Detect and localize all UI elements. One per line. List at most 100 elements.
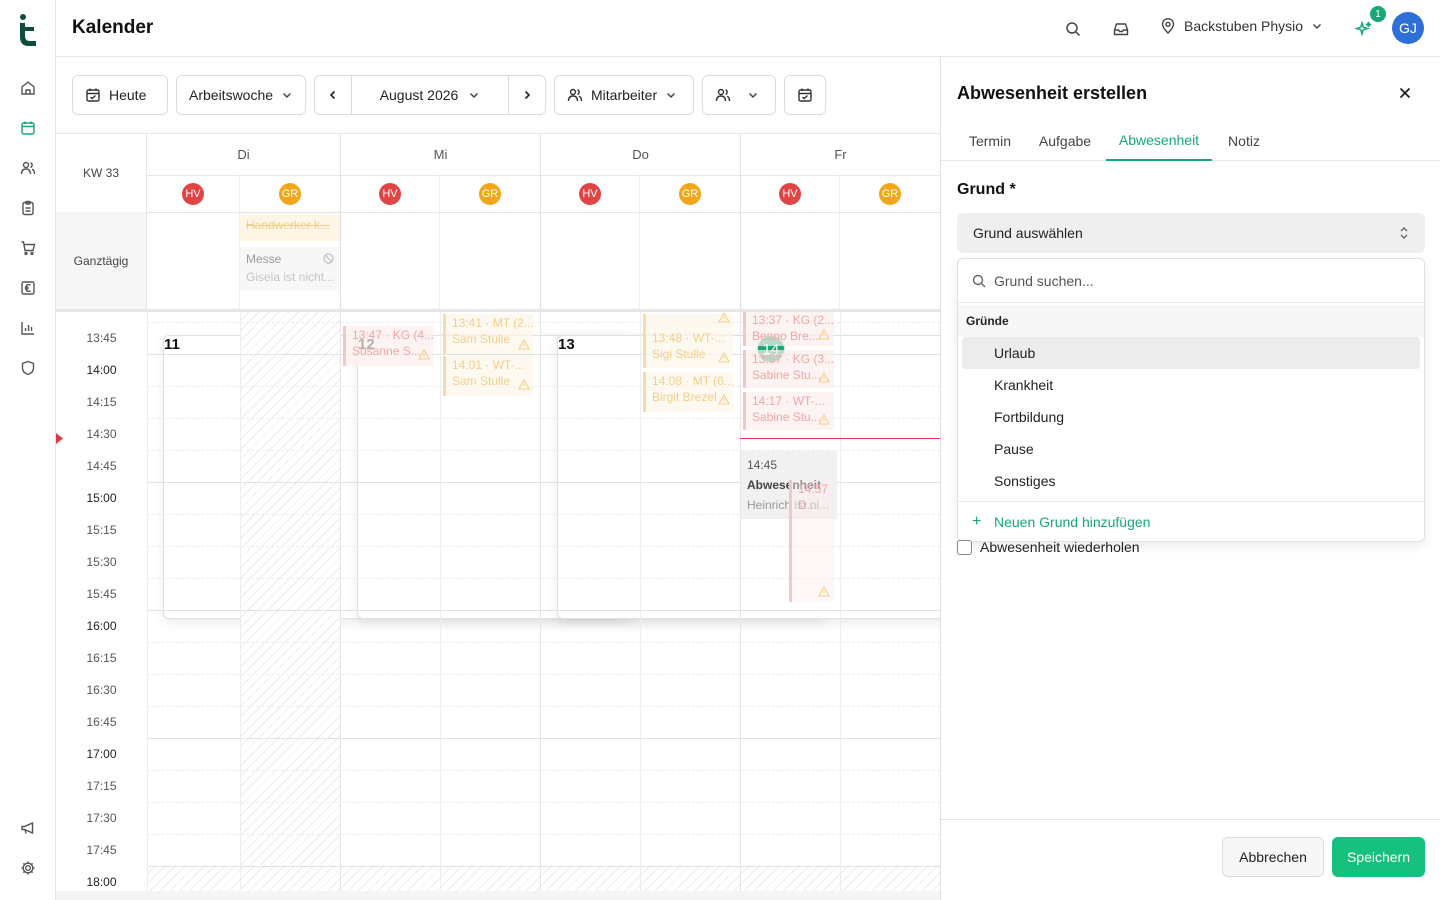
time-label: 15:30 <box>56 546 147 578</box>
staff-chip[interactable]: HV <box>379 183 401 205</box>
reason-option[interactable]: Fortbildung <box>962 401 1420 433</box>
staff-column-header: GR <box>640 175 741 212</box>
time-label: 14:00 <box>56 354 147 386</box>
tab-aufgabe[interactable]: Aufgabe <box>1031 121 1099 161</box>
warning-icon <box>718 312 730 323</box>
allday-event[interactable]: Messe Gisela ist nicht... <box>240 247 340 291</box>
date-picker-button[interactable] <box>784 75 826 115</box>
tab-notiz[interactable]: Notiz <box>1219 121 1269 161</box>
location-selector[interactable]: Backstuben Physio <box>1160 18 1323 34</box>
period-navigator: August 2026 <box>314 75 546 115</box>
euro-icon[interactable] <box>17 277 39 299</box>
staff-chip[interactable]: GR <box>479 183 501 205</box>
appointment[interactable]: 14:08 · MT (6... Birgit Brezel <box>643 372 733 412</box>
allday-cell[interactable] <box>541 212 640 309</box>
current-time-line <box>740 438 940 439</box>
time-label: 15:15 <box>56 514 147 546</box>
staff-column-header: HV <box>147 175 240 212</box>
cancel-button[interactable]: Abbrechen <box>1222 837 1324 877</box>
cart-icon[interactable] <box>17 237 39 259</box>
inbox-icon[interactable] <box>1110 18 1132 40</box>
repeat-absence-checkbox[interactable] <box>957 539 972 555</box>
next-button[interactable] <box>508 76 545 114</box>
view-select[interactable]: Arbeitswoche <box>176 75 306 115</box>
calendar-grid: KW 33 Ganztägig Di 11 Mi 12 Do 13 Fr 14 … <box>56 133 940 891</box>
appointment-time: 14:57 <box>798 482 829 496</box>
day-header[interactable]: Di 11 <box>147 134 631 619</box>
app-logo[interactable] <box>19 14 37 46</box>
reason-option[interactable]: Sonstiges <box>962 465 1420 497</box>
calendar-icon[interactable] <box>17 117 39 139</box>
reason-option[interactable]: Urlaub <box>962 337 1420 369</box>
chart-icon[interactable] <box>17 317 39 339</box>
today-button[interactable]: Heute <box>72 75 168 115</box>
allday-event[interactable]: Handwerker k... <box>240 215 340 241</box>
time-label: 16:45 <box>56 706 147 738</box>
time-row <box>56 866 940 891</box>
time-label: 16:15 <box>56 642 147 674</box>
staff-chip[interactable]: HV <box>182 183 204 205</box>
staff-chip[interactable]: HV <box>779 183 801 205</box>
save-button[interactable]: Speichern <box>1332 837 1425 877</box>
day-header[interactable]: Fr 14 <box>741 134 940 363</box>
clipboard-icon[interactable] <box>17 197 39 219</box>
top-bar: Kalender Backstuben Physio 1 GJ <box>56 0 1440 57</box>
avatar[interactable]: GJ <box>1392 12 1424 44</box>
group-filter[interactable] <box>702 75 776 115</box>
allday-cell[interactable] <box>341 212 440 309</box>
day-header[interactable]: Mi 12 <box>341 134 825 619</box>
time-row <box>56 834 940 866</box>
appointment-client: Sabine Stu... <box>752 410 821 424</box>
time-label: 13:45 <box>56 322 147 354</box>
create-absence-panel: Abwesenheit erstellen Termin Aufgabe Abw… <box>940 57 1440 900</box>
prev-button[interactable] <box>315 76 352 114</box>
appointment-client: Susanne S... <box>352 344 421 358</box>
appointment-client: Sabine Stu... <box>752 368 821 382</box>
sparkle-icon[interactable] <box>1353 18 1375 40</box>
reason-option[interactable]: Krankheit <box>962 369 1420 401</box>
staff-chip[interactable]: GR <box>279 183 301 205</box>
tab-termin[interactable]: Termin <box>957 121 1023 161</box>
view-label: Arbeitswoche <box>189 87 274 103</box>
calendar-header: KW 33 Ganztägig Di 11 Mi 12 Do 13 Fr 14 … <box>56 134 940 619</box>
calendar-check-icon <box>86 88 100 102</box>
staff-chip[interactable]: GR <box>679 183 701 205</box>
allday-cell[interactable] <box>840 212 940 309</box>
map-pin-icon <box>1161 18 1175 34</box>
allday-event-title: Messe <box>246 252 282 266</box>
reason-option[interactable]: Pause <box>962 433 1420 465</box>
day-name: Mi <box>433 147 448 162</box>
time-label: 17:15 <box>56 770 147 802</box>
tab-abwesenheit[interactable]: Abwesenheit <box>1106 121 1212 161</box>
allday-cell[interactable] <box>440 212 541 309</box>
allday-cell[interactable] <box>147 212 240 309</box>
staff-filter[interactable]: Mitarbeiter <box>554 75 694 115</box>
users-icon <box>715 88 731 102</box>
warning-icon <box>718 394 730 405</box>
shield-icon[interactable] <box>17 357 39 379</box>
chevron-down-icon <box>667 92 676 99</box>
staff-column-header: GR <box>440 175 541 212</box>
allday-cell[interactable] <box>640 212 741 309</box>
reason-search-input[interactable] <box>994 272 1394 289</box>
gear-icon[interactable] <box>17 857 39 879</box>
close-icon[interactable] <box>1395 83 1415 103</box>
period-select[interactable]: August 2026 <box>360 76 501 114</box>
megaphone-icon[interactable] <box>17 817 39 839</box>
time-label: 14:45 <box>56 450 147 482</box>
appointment[interactable]: 14:57 D... <box>789 480 834 602</box>
users-icon[interactable] <box>17 157 39 179</box>
day-name: Di <box>237 147 250 162</box>
appointment[interactable]: 13:47 · KG (4... Susanne S... <box>343 326 433 366</box>
warning-icon <box>518 339 530 350</box>
day-header[interactable]: Do 13 <box>541 134 940 619</box>
reason-select[interactable]: Grund auswählen <box>957 213 1425 253</box>
allday-cell[interactable] <box>741 212 840 309</box>
staff-chip[interactable]: HV <box>579 183 601 205</box>
search-icon[interactable] <box>1062 18 1084 40</box>
allday-cell[interactable]: Handwerker k... Messe Gisela ist nicht..… <box>240 212 341 309</box>
appointment[interactable]: 14:01 · WT-... Sam Stulle <box>443 356 533 396</box>
home-icon[interactable] <box>17 77 39 99</box>
staff-chip[interactable]: GR <box>879 183 901 205</box>
add-reason-button[interactable]: + Neuen Grund hinzufügen <box>958 501 1424 541</box>
